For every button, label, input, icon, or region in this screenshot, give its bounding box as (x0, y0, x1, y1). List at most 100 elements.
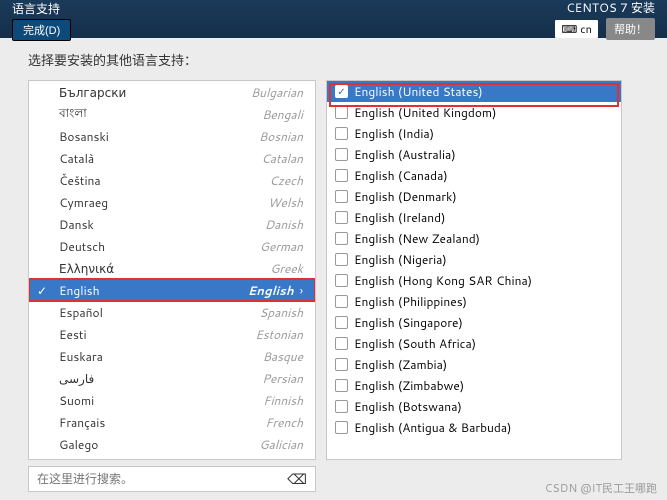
header-bar: 语言支持 完成(D) CENTOS 7 安装 ⌨ cn 帮助！ (0, 0, 667, 38)
language-english-label: Estonian (255, 326, 303, 343)
locale-label: English (Ireland) (354, 209, 445, 226)
locale-label: English (India) (354, 125, 434, 142)
help-button[interactable]: 帮助！ (606, 18, 655, 40)
search-input[interactable] (37, 472, 277, 486)
locale-row[interactable]: English (Zimbabwe) (327, 375, 621, 396)
checkbox-icon[interactable] (335, 127, 348, 140)
chevron-right-icon: › (300, 282, 303, 299)
locale-label: English (Nigeria) (354, 251, 447, 268)
language-list-pane: БългарскиBulgarianবাংলা Bengali BosanskiBo… (28, 80, 316, 460)
language-row[interactable]: DeutschGerman (29, 235, 315, 257)
checkbox-icon[interactable]: ✓ (335, 85, 348, 98)
language-native-label: English (59, 282, 100, 299)
language-english-label: Bosnian (259, 128, 303, 145)
locale-row[interactable]: English (Denmark) (327, 186, 621, 207)
checkbox-icon[interactable] (335, 106, 348, 119)
language-native-label: Dansk (59, 216, 94, 233)
checkbox-icon[interactable] (335, 295, 348, 308)
locale-label: English (Antigua & Barbuda) (354, 419, 511, 436)
locale-row[interactable]: English (United Kingdom) (327, 102, 621, 123)
locale-row[interactable]: ✓ English (United States) (327, 81, 621, 102)
language-row[interactable]: Euskara Basque (29, 345, 315, 367)
language-row[interactable]: বাংলা Bengali (29, 103, 315, 125)
checkbox-icon[interactable] (335, 190, 348, 203)
locale-label: English (Hong Kong SAR China) (354, 272, 532, 289)
checkbox-icon[interactable] (335, 400, 348, 413)
language-row[interactable]: FrançaisFrench (29, 411, 315, 433)
language-row[interactable]: GalegoGalician (29, 433, 315, 455)
language-row[interactable]: CatalàCatalan (29, 147, 315, 169)
locale-label: English (Canada) (354, 167, 448, 184)
checkbox-icon[interactable] (335, 232, 348, 245)
language-row[interactable]: ČeštinaCzech (29, 169, 315, 191)
language-english-label: Welsh (268, 194, 303, 211)
keyboard-indicator[interactable]: ⌨ cn (555, 20, 598, 38)
locale-list[interactable]: ✓ English (United States) English (United … (327, 81, 621, 459)
locale-row[interactable]: English (Antigua & Barbuda) (327, 417, 621, 438)
checkbox-icon[interactable] (335, 379, 348, 392)
locale-row[interactable]: English (Botswana) (327, 396, 621, 417)
checkbox-icon[interactable] (335, 253, 348, 266)
locale-row[interactable]: English (Zambia) (327, 354, 621, 375)
language-english-label: Danish (265, 216, 303, 233)
locale-row[interactable]: English (New Zealand) (327, 228, 621, 249)
keyboard-layout: cn (580, 21, 592, 37)
language-row[interactable]: БългарскиBulgarian (29, 81, 315, 103)
locale-label: English (Singapore) (354, 314, 463, 331)
language-row[interactable]: Dansk Danish (29, 213, 315, 235)
done-button[interactable]: 完成(D) (12, 19, 71, 41)
search-bar: ⌫ (28, 466, 316, 492)
locale-row[interactable]: English (Philippines) (327, 291, 621, 312)
locale-row[interactable]: English (Singapore) (327, 312, 621, 333)
locale-row[interactable]: English (Ireland) (327, 207, 621, 228)
language-native-label: বাংলা (59, 104, 87, 125)
language-english-label: Spanish (259, 304, 303, 321)
checkbox-icon[interactable] (335, 421, 348, 434)
language-row[interactable]: فارسیPersian (29, 367, 315, 389)
locale-label: English (United States) (354, 83, 483, 100)
language-english-label: Finnish (263, 392, 303, 409)
locale-row[interactable]: English (Hong Kong SAR China) (327, 270, 621, 291)
language-row[interactable]: SuomiFinnish (29, 389, 315, 411)
checkbox-icon[interactable] (335, 211, 348, 224)
language-row[interactable]: CymraegWelsh (29, 191, 315, 213)
locale-label: English (New Zealand) (354, 230, 480, 247)
install-title: CENTOS 7 安装 (566, 0, 655, 16)
language-row[interactable]: ✓EnglishEnglish› (29, 279, 315, 301)
language-row[interactable]: ગુજરાતીGujarati (29, 455, 315, 459)
language-english-label: Galician (259, 436, 303, 453)
language-row[interactable]: EestiEstonian (29, 323, 315, 345)
clear-icon[interactable]: ⌫ (287, 469, 307, 489)
locale-row[interactable]: English (Australia) (327, 144, 621, 165)
checkbox-icon[interactable] (335, 316, 348, 329)
language-row[interactable]: Español Spanish (29, 301, 315, 323)
locale-label: English (United Kingdom) (354, 104, 496, 121)
locale-row[interactable]: English (South Africa) (327, 333, 621, 354)
checkbox-icon[interactable] (335, 274, 348, 287)
locale-row[interactable]: English (Canada) (327, 165, 621, 186)
language-row[interactable]: ΕλληνικάGreek (29, 257, 315, 279)
language-english-label: Greek (270, 260, 303, 277)
language-english-label: English (248, 282, 294, 299)
language-native-label: Deutsch (59, 238, 105, 255)
keyboard-icon: ⌨ (561, 21, 577, 37)
checkbox-icon[interactable] (335, 358, 348, 371)
language-native-label: Euskara (59, 348, 103, 365)
locale-label: English (Zimbabwe) (354, 377, 464, 394)
checkbox-icon[interactable] (335, 169, 348, 182)
language-english-label: Bengali (262, 106, 303, 123)
checkbox-icon[interactable] (335, 148, 348, 161)
locale-row[interactable]: English (India) (327, 123, 621, 144)
language-english-label: Basque (263, 348, 303, 365)
locale-label: English (Botswana) (354, 398, 462, 415)
language-english-label: Czech (269, 172, 303, 189)
checkbox-icon[interactable] (335, 337, 348, 350)
language-native-label: ગુજરાતી (59, 458, 100, 460)
locale-label: English (Denmark) (354, 188, 457, 205)
language-english-label: Catalan (261, 150, 303, 167)
language-list[interactable]: БългарскиBulgarianবাংলা Bengali BosanskiBo… (29, 81, 315, 459)
language-row[interactable]: BosanskiBosnian (29, 125, 315, 147)
locale-row[interactable]: English (Nigeria) (327, 249, 621, 270)
locale-label: English (Philippines) (354, 293, 467, 310)
language-native-label: Español (59, 304, 103, 321)
